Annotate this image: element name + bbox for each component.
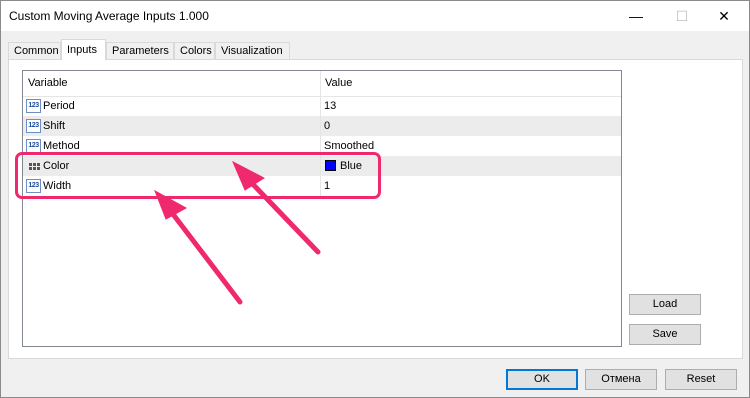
annotation-arrow-width [163,202,243,305]
annotation-arrow-color [241,172,321,255]
arrow-head-icon [231,160,266,191]
annotation-arrows [154,160,321,305]
arrow-head-icon [154,189,188,220]
tab-inputs[interactable]: Inputs [61,39,106,60]
